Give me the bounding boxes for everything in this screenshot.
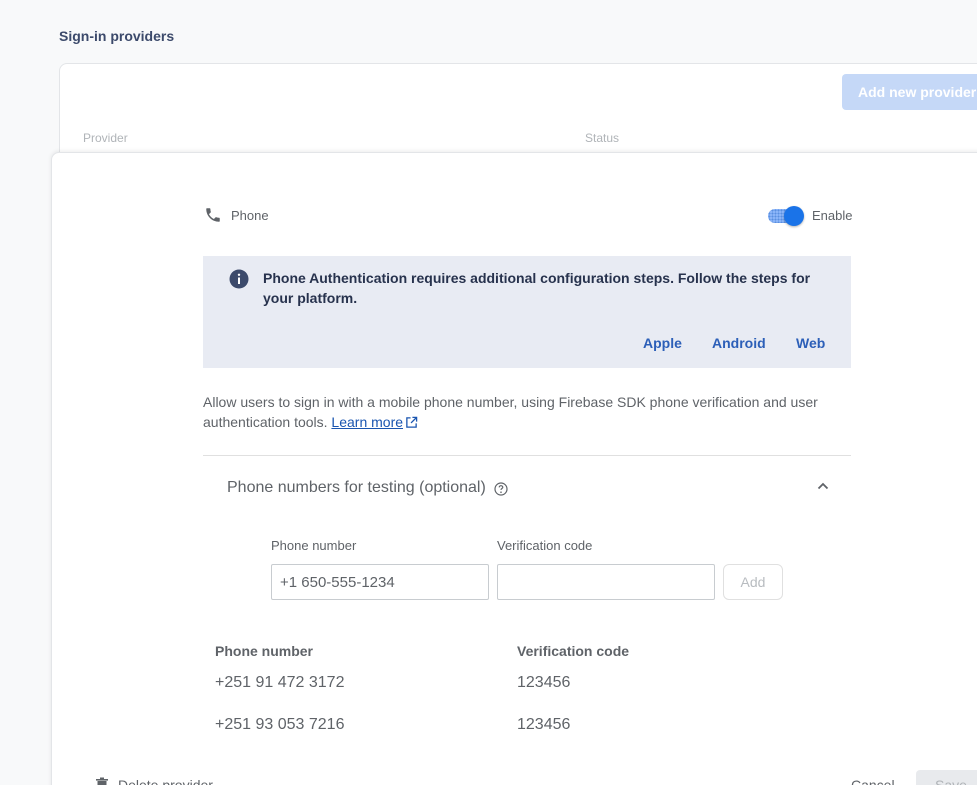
table-header-code: Verification code bbox=[517, 643, 630, 659]
section-title: Sign-in providers bbox=[59, 28, 175, 44]
provider-name: Phone bbox=[231, 208, 269, 223]
toggle-knob bbox=[784, 206, 804, 226]
delete-provider-button[interactable]: Delete provider bbox=[118, 777, 213, 785]
learn-more-link[interactable]: Learn more bbox=[331, 414, 418, 430]
android-link[interactable]: Android bbox=[712, 335, 766, 351]
table-row-code: 123456 bbox=[517, 716, 571, 733]
verification-code-label: Verification code bbox=[497, 538, 593, 553]
phone-icon bbox=[206, 208, 220, 222]
chevron-up-icon[interactable] bbox=[816, 479, 830, 493]
help-icon[interactable] bbox=[494, 482, 508, 496]
phone-number-label: Phone number bbox=[271, 538, 357, 553]
add-new-provider-button[interactable]: Add new provider bbox=[842, 74, 977, 110]
external-link-icon bbox=[406, 416, 418, 428]
save-button[interactable]: Save bbox=[916, 770, 977, 785]
table-header-phone: Phone number bbox=[215, 643, 314, 659]
divider bbox=[203, 455, 851, 456]
enable-toggle[interactable] bbox=[768, 206, 804, 226]
column-header-status: Status bbox=[585, 131, 620, 145]
description-text: Allow users to sign in with a mobile pho… bbox=[203, 394, 818, 430]
info-icon bbox=[229, 269, 249, 289]
phone-provider-panel bbox=[51, 152, 977, 785]
table-row-phone: +251 93 053 7216 bbox=[215, 716, 345, 733]
verification-code-input[interactable] bbox=[497, 564, 715, 600]
table-row-phone: +251 91 472 3172 bbox=[215, 674, 345, 691]
learn-more-label: Learn more bbox=[331, 414, 404, 430]
table-row-code: 123456 bbox=[517, 674, 571, 691]
cancel-button[interactable]: Cancel bbox=[851, 777, 895, 785]
apple-link[interactable]: Apple bbox=[643, 335, 682, 351]
testing-section-title[interactable]: Phone numbers for testing (optional) bbox=[227, 479, 486, 497]
web-link[interactable]: Web bbox=[796, 335, 825, 351]
trash-icon[interactable] bbox=[95, 777, 109, 785]
provider-description: Allow users to sign in with a mobile pho… bbox=[203, 392, 843, 432]
info-text: Phone Authentication requires additional… bbox=[263, 270, 811, 306]
add-test-number-button[interactable]: Add bbox=[723, 564, 783, 600]
enable-label: Enable bbox=[812, 208, 853, 223]
column-header-provider: Provider bbox=[83, 131, 128, 145]
phone-number-input[interactable] bbox=[271, 564, 489, 600]
